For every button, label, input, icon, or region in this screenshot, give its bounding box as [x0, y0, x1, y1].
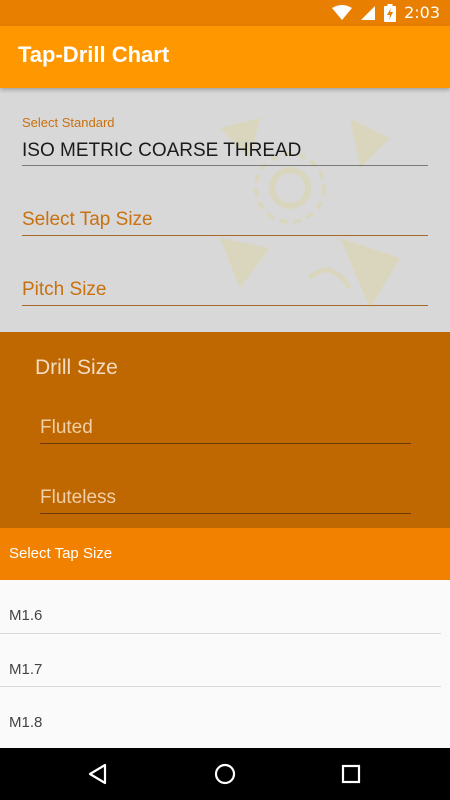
list-item[interactable]: M1.8	[0, 687, 450, 741]
list-item-label: M1.8	[9, 714, 43, 731]
app-bar: Tap-Drill Chart	[0, 26, 450, 88]
signal-icon	[360, 5, 376, 21]
form-area: Select Standard ISO METRIC COARSE THREAD…	[0, 88, 450, 332]
pitch-size-underline	[22, 305, 428, 306]
wifi-icon	[332, 5, 353, 21]
standard-underline	[22, 165, 428, 166]
list-item-label: M1.7	[9, 660, 43, 678]
pitch-size-field[interactable]: Pitch Size	[22, 279, 106, 301]
status-time: 2:03	[404, 3, 440, 22]
tap-size-underline	[22, 235, 428, 236]
tap-size-list: M1.6 M1.7 M1.8	[0, 580, 450, 748]
back-icon[interactable]	[84, 760, 112, 788]
status-bar: 2:03	[0, 0, 450, 26]
app-screen: 2:03 Tap-Drill Chart Select Standard ISO…	[0, 0, 450, 800]
watermark-graphic	[220, 118, 400, 308]
app-title: Tap-Drill Chart	[18, 42, 170, 67]
fluted-underline	[40, 443, 411, 444]
drill-size-title: Drill Size	[35, 356, 118, 379]
navigation-bar	[0, 748, 450, 800]
drill-size-panel: Drill Size Fluted Fluteless	[0, 332, 450, 528]
list-item[interactable]: M1.6	[0, 580, 450, 634]
battery-icon	[384, 4, 397, 22]
tap-size-field[interactable]: Select Tap Size	[22, 209, 153, 231]
fluteless-field[interactable]: Fluteless	[40, 487, 116, 509]
dropdown-header: Select Tap Size	[0, 528, 450, 580]
list-item[interactable]: M1.7	[0, 634, 450, 687]
dropdown-title: Select Tap Size	[9, 545, 113, 562]
standard-select[interactable]: ISO METRIC COARSE THREAD	[22, 140, 301, 162]
fluteless-underline	[40, 513, 411, 514]
fluted-field[interactable]: Fluted	[40, 417, 93, 439]
recents-icon[interactable]	[337, 760, 365, 788]
list-item-label: M1.6	[9, 607, 43, 624]
standard-label: Select Standard	[22, 115, 115, 130]
home-icon[interactable]	[211, 760, 239, 788]
